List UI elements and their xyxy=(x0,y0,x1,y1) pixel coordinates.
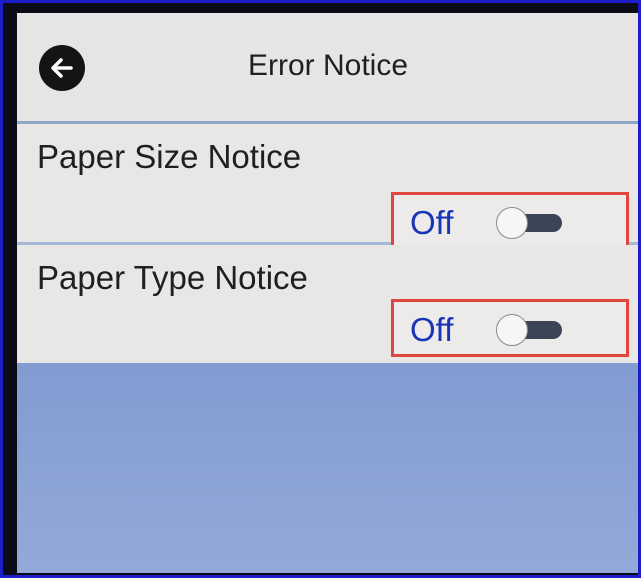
toggle-knob xyxy=(496,314,528,346)
setting-row-paper-size-notice[interactable]: Paper Size Notice Off xyxy=(17,124,638,250)
toggle-knob xyxy=(496,207,528,239)
paper-size-notice-toggle[interactable] xyxy=(496,207,562,239)
setting-row-paper-type-notice[interactable]: Paper Type Notice Off xyxy=(17,245,638,363)
setting-label: Paper Size Notice xyxy=(37,138,302,175)
setting-state-text: Off xyxy=(410,311,454,348)
paper-type-notice-toggle[interactable] xyxy=(496,314,562,346)
printer-screen: Error Notice Paper Size Notice Off Paper… xyxy=(17,13,638,573)
setting-label: Paper Type Notice xyxy=(37,259,308,296)
setting-state-text: Off xyxy=(410,204,454,241)
paper-size-notice-control[interactable]: Off xyxy=(391,192,629,250)
header-bar: Error Notice xyxy=(17,13,638,124)
paper-type-notice-control[interactable]: Off xyxy=(391,299,629,357)
page-title: Error Notice xyxy=(247,49,409,82)
device-frame: Error Notice Paper Size Notice Off Paper… xyxy=(0,0,641,578)
